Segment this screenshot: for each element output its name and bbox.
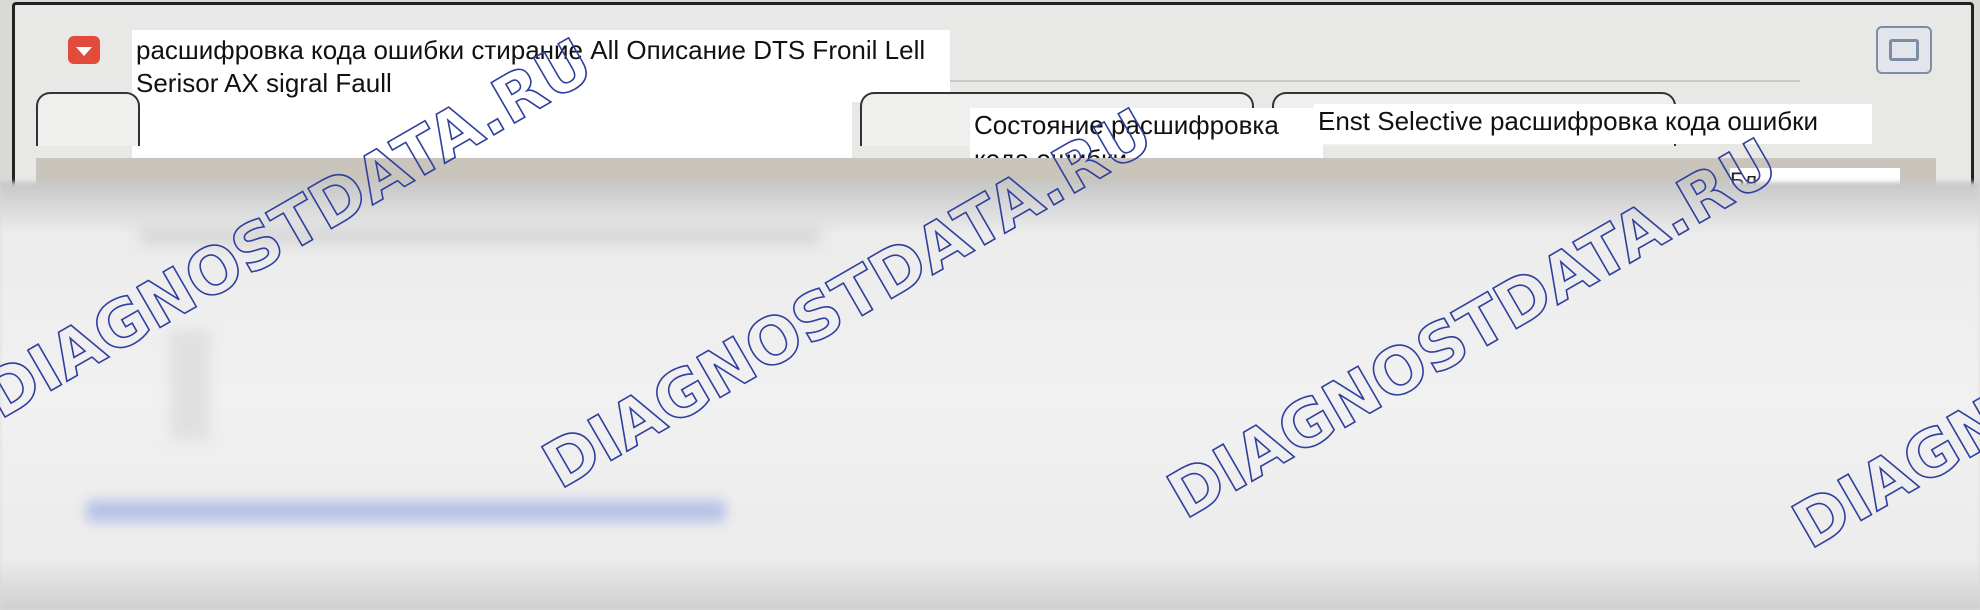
- watermark-text-1: DIAGNOSTDATA.RU: [0, 25, 605, 434]
- watermark-layer: DIAGNOSTDATA.RU DIAGNOSTDATA.RU DIAGNOST…: [0, 24, 1980, 564]
- watermark-text-3: DIAGNOSTDATA.RU: [1156, 125, 1790, 534]
- watermark-text-4: DIAGNOSTDATA.RU: [1781, 155, 1980, 564]
- watermark-text-2: DIAGNOSTDATA.RU: [531, 95, 1165, 504]
